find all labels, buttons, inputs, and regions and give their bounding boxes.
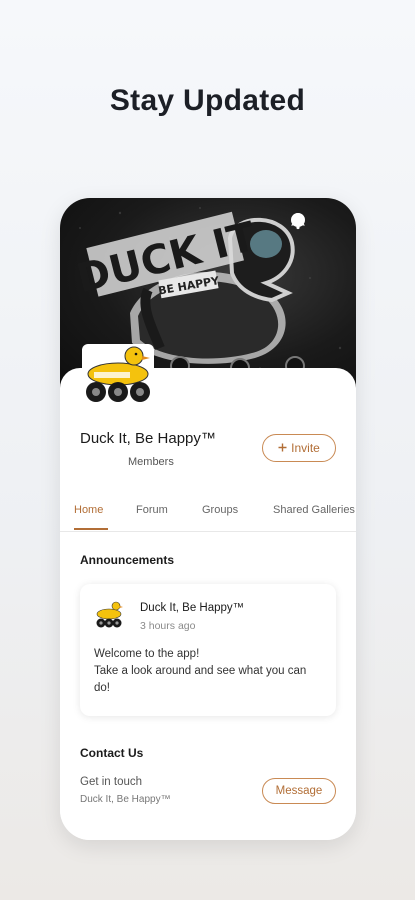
post-avatar [94, 600, 124, 630]
tab-groups[interactable]: Groups [202, 496, 238, 516]
cover-actions [290, 212, 344, 232]
members-label[interactable]: Members [128, 456, 174, 468]
plus-icon [278, 441, 287, 455]
contact-owner: Duck It, Be Happy™ [80, 794, 171, 805]
post-body-line: Welcome to the app! [94, 648, 200, 660]
post-timestamp: 3 hours ago [140, 620, 196, 632]
page-headline: Stay Updated [109, 84, 306, 117]
post-body: Welcome to the app! Take a look around a… [94, 646, 324, 697]
tab-home[interactable]: Home [74, 496, 103, 516]
invite-button[interactable]: Invite [262, 434, 336, 462]
group-logo [82, 344, 154, 406]
contact-subtitle: Get in touch [80, 776, 143, 788]
tab-bar: Home Forum Groups Shared Galleries [60, 496, 356, 532]
message-button[interactable]: Message [262, 778, 336, 804]
rubber-duck-logo [86, 346, 150, 402]
announcements-title: Announcements [80, 553, 175, 567]
post-author: Duck It, Be Happy™ [140, 602, 245, 614]
announcement-post[interactable]: Duck It, Be Happy™ 3 hours ago Welcome t… [80, 584, 336, 716]
invite-label: Invite [291, 441, 320, 455]
group-name: Duck It, Be Happy™ [80, 430, 216, 447]
tab-forum[interactable]: Forum [136, 496, 168, 516]
tab-shared-galleries[interactable]: Shared Galleries [273, 496, 355, 516]
active-tab-indicator [74, 528, 108, 530]
phone-mockup: DUCK IT BE HAPPY Duck It, Be Happy™ Memb… [60, 198, 356, 840]
post-body-line: Take a look around and see what you can … [94, 665, 307, 694]
bell-icon[interactable] [291, 212, 344, 232]
contact-title: Contact Us [80, 746, 144, 760]
